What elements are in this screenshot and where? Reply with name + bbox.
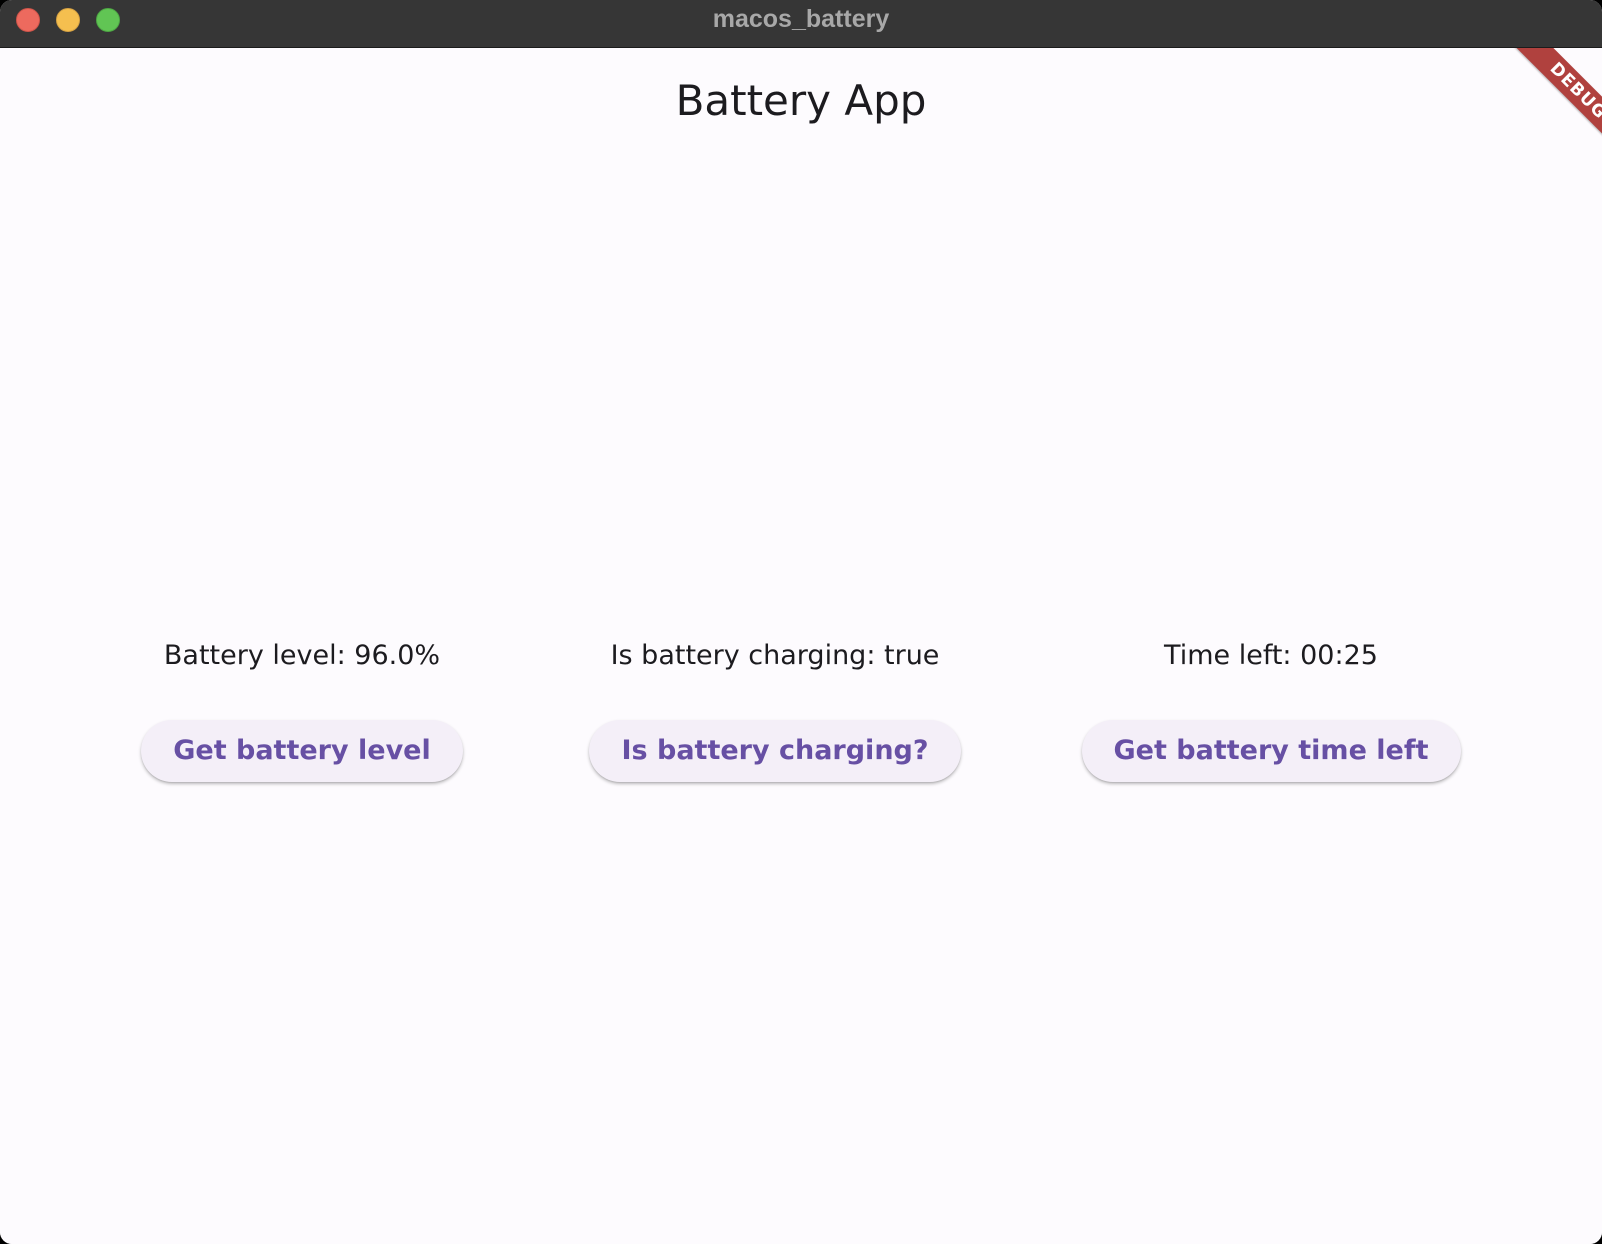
get-battery-time-left-button[interactable]: Get battery time left: [1081, 720, 1461, 782]
app-bar-title: Battery App: [675, 76, 927, 125]
battery-level-section: Battery level: 96.0% Get battery level: [52, 632, 552, 782]
battery-level-status: Battery level: 96.0%: [163, 640, 441, 671]
time-left-section: Time left: 00:25 Get battery time left: [1021, 632, 1521, 782]
get-battery-level-button[interactable]: Get battery level: [141, 720, 463, 782]
time-left-status: Time left: 00:25: [1164, 640, 1378, 671]
charging-section: Is battery charging: true Is battery cha…: [525, 632, 1025, 782]
is-battery-charging-button[interactable]: Is battery charging?: [589, 720, 961, 782]
charging-status: Is battery charging: true: [610, 640, 940, 671]
app-content: Battery App Battery level: 96.0% Get bat…: [0, 48, 1602, 1244]
window-title: macos_battery: [712, 5, 890, 33]
app-window: macos_battery Battery App Battery level:…: [0, 0, 1602, 1244]
title-bar[interactable]: macos_battery: [0, 0, 1602, 48]
